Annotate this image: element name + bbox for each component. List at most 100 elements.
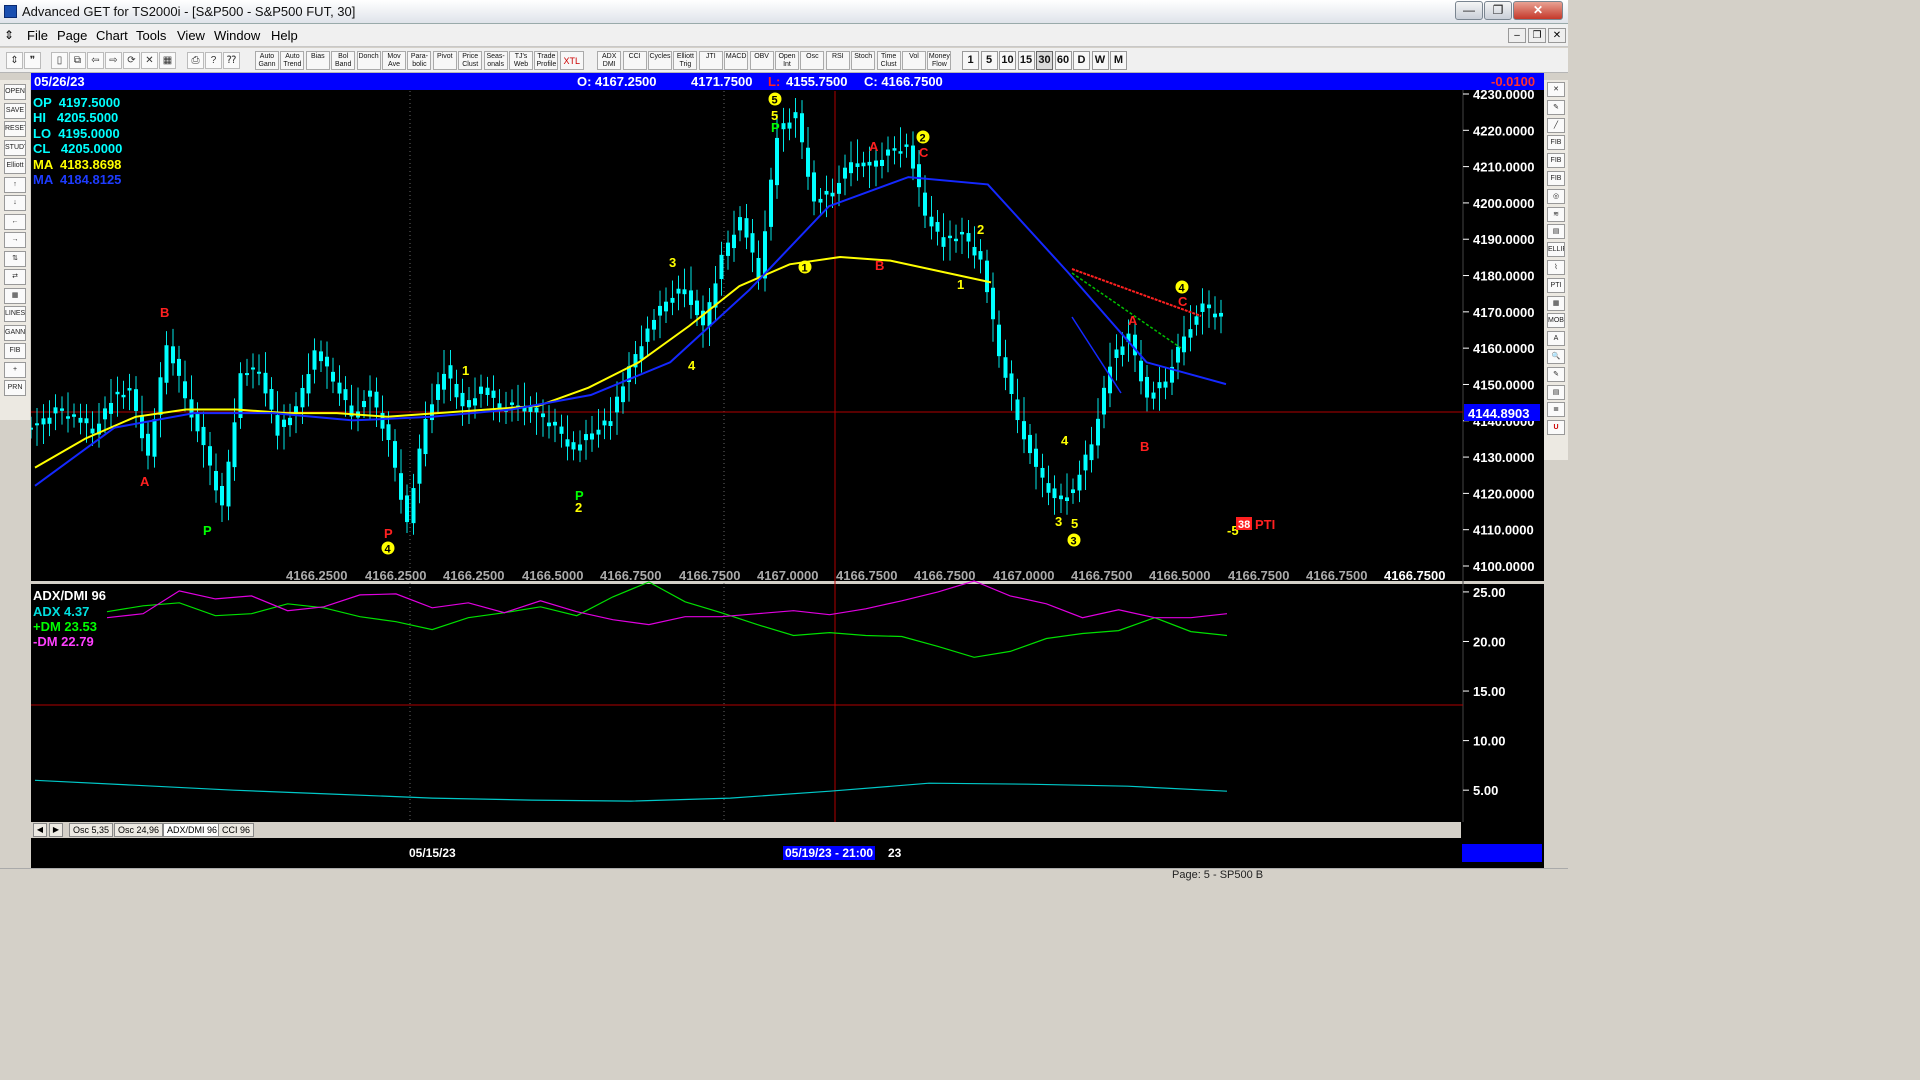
study-button-bol-band[interactable]: Bol Band xyxy=(331,51,356,70)
maximize-button[interactable]: ❐ xyxy=(1484,1,1512,20)
study-button-open-int[interactable]: Open Int xyxy=(775,51,799,70)
study-button-auto-trend[interactable]: Auto Trend xyxy=(280,51,305,70)
tab-scroll-right-icon[interactable]: ▶ xyxy=(49,823,63,837)
right-tool-3[interactable]: FIB RET xyxy=(1547,135,1565,151)
interval-button-30[interactable]: 30 xyxy=(1036,51,1053,70)
study-button-bias[interactable]: Bias xyxy=(305,51,330,70)
study-button-price-clust[interactable]: Price Clust xyxy=(458,51,483,70)
info-icon[interactable]: ? xyxy=(205,52,222,69)
left-tool-3[interactable]: STUDY xyxy=(4,139,26,156)
left-tool-12[interactable]: LINES xyxy=(4,306,26,322)
forward-icon[interactable]: ⇨ xyxy=(105,52,122,69)
interval-button-10[interactable]: 10 xyxy=(999,51,1016,70)
right-tool-19[interactable]: U xyxy=(1547,420,1565,436)
interval-button-60[interactable]: 60 xyxy=(1054,51,1072,70)
left-tool-14[interactable]: FIB xyxy=(4,343,26,359)
right-tool-6[interactable]: ◎ xyxy=(1547,188,1565,204)
study-button-macd[interactable]: MACD xyxy=(724,51,749,70)
left-tool-6[interactable]: ↓ xyxy=(4,195,26,211)
delete-icon[interactable]: ✕ xyxy=(141,52,158,69)
left-tool-1[interactable]: SAVE xyxy=(4,102,26,119)
left-tool-0[interactable]: OPEN xyxy=(4,84,26,100)
menu-help[interactable]: Help xyxy=(271,28,298,43)
study-button-seas-onals[interactable]: Seas-onals xyxy=(483,51,508,70)
mdi-close-button[interactable]: ✕ xyxy=(1548,28,1566,43)
close-button[interactable]: ✕ xyxy=(1513,1,1563,20)
print-icon[interactable]: ⎙ xyxy=(187,52,204,69)
copy-icon[interactable]: ⧉ xyxy=(69,52,86,69)
interval-button-15[interactable]: 15 xyxy=(1017,51,1035,70)
menu-app-icon[interactable]: ⇕ xyxy=(4,28,14,42)
right-tool-5[interactable]: FIB TIME xyxy=(1547,171,1565,186)
left-tool-7[interactable]: ← xyxy=(4,213,26,230)
study-button-elliott-trig[interactable]: Elliott Trig xyxy=(673,51,698,70)
new-icon[interactable]: ▯ xyxy=(51,52,68,69)
right-tool-14[interactable]: A xyxy=(1547,331,1565,347)
right-tool-1[interactable]: ✎ xyxy=(1547,99,1565,115)
left-tool-4[interactable]: Elliott xyxy=(4,158,26,174)
left-tool-11[interactable]: ▦ xyxy=(4,287,26,304)
tab-osc-24-96[interactable]: Osc 24,96 xyxy=(114,823,164,837)
back-icon[interactable]: ⇦ xyxy=(87,52,104,69)
right-tool-11[interactable]: PTI xyxy=(1547,277,1565,293)
study-button-adx-dmi[interactable]: ADX DMI xyxy=(597,51,622,70)
left-tool-13[interactable]: GANN xyxy=(4,324,26,341)
right-tool-4[interactable]: FIB EXT xyxy=(1547,153,1565,169)
right-tool-16[interactable]: ✎ xyxy=(1547,366,1565,382)
right-tool-12[interactable]: ▦ xyxy=(1547,295,1565,311)
menu-tools[interactable]: Tools xyxy=(136,28,166,43)
right-tool-10[interactable]: ⌇ xyxy=(1547,260,1565,275)
study-button-vol[interactable]: Vol xyxy=(902,51,926,70)
menu-file[interactable]: File xyxy=(27,28,48,43)
left-tool-15[interactable]: + xyxy=(4,361,26,378)
left-tool-5[interactable]: ↑ xyxy=(4,176,26,193)
menu-window[interactable]: Window xyxy=(214,28,260,43)
interval-button-d[interactable]: D xyxy=(1073,51,1090,70)
quote-icon[interactable]: ❞ xyxy=(24,52,41,69)
pointer-icon[interactable]: ⇕ xyxy=(6,52,23,69)
right-tool-8[interactable]: ▤ xyxy=(1547,224,1565,240)
interval-button-5[interactable]: 5 xyxy=(980,51,998,70)
menu-view[interactable]: View xyxy=(177,28,205,43)
left-tool-2[interactable]: RESET xyxy=(4,121,26,137)
layout-icon[interactable]: ▦ xyxy=(159,52,176,69)
chart-canvas[interactable]: 4230.00004220.00004210.00004200.00004190… xyxy=(31,73,1544,822)
study-button-pivot[interactable]: Pivot xyxy=(432,51,457,70)
help-pointer-icon[interactable]: ⁇ xyxy=(223,52,240,69)
tab-adx-dmi-96[interactable]: ADX/DMI 96 xyxy=(163,823,222,837)
interval-button-w[interactable]: W xyxy=(1091,51,1109,70)
study-button-obv[interactable]: OBV xyxy=(749,51,774,70)
tab-osc-5-35[interactable]: Osc 5,35 xyxy=(69,823,114,837)
study-button-xtl[interactable]: XTL xyxy=(559,51,584,70)
study-button-jti[interactable]: JTI xyxy=(698,51,723,70)
left-tool-10[interactable]: ⇄ xyxy=(4,269,26,285)
interval-button-m[interactable]: M xyxy=(1110,51,1127,70)
tab-cci-96[interactable]: CCI 96 xyxy=(218,823,255,837)
study-button-cci[interactable]: CCI xyxy=(622,51,647,70)
study-button-mov-ave[interactable]: Mov Ave xyxy=(382,51,406,70)
study-button-stoch[interactable]: Stoch xyxy=(851,51,876,70)
chart-window[interactable]: 4230.0000 4220.0000 4210.0000 4200.0000 4190… xyxy=(31,73,1544,868)
study-button-tj-s-web[interactable]: TJ's Web xyxy=(509,51,533,70)
study-button-osc[interactable]: Osc xyxy=(800,51,825,70)
study-button-time-clust[interactable]: Time Clust xyxy=(876,51,901,70)
right-tool-9[interactable]: ELLIPS xyxy=(1547,242,1565,258)
mdi-restore-button[interactable]: ❐ xyxy=(1528,28,1546,43)
right-tool-17[interactable]: ▤ xyxy=(1547,384,1565,400)
minimize-button[interactable]: — xyxy=(1455,1,1483,20)
menu-page[interactable]: Page xyxy=(57,28,87,43)
study-button-donch[interactable]: Donch xyxy=(356,51,381,70)
left-tool-8[interactable]: → xyxy=(4,232,26,248)
right-tool-0[interactable]: ✕ xyxy=(1547,82,1565,97)
study-button-rsi[interactable]: RSI xyxy=(825,51,850,70)
study-button-cycles[interactable]: Cycles xyxy=(648,51,672,70)
study-button-trade-profile[interactable]: Trade Profile xyxy=(534,51,559,70)
study-button-auto-gann[interactable]: Auto Gann xyxy=(255,51,279,70)
mdi-minimize-button[interactable]: – xyxy=(1508,28,1526,43)
left-tool-16[interactable]: PRN xyxy=(4,380,26,396)
right-tool-2[interactable]: ╱ xyxy=(1547,117,1565,133)
study-button-money-flow[interactable]: Money Flow xyxy=(927,51,952,70)
right-tool-15[interactable]: 🔍 xyxy=(1547,349,1565,364)
study-button-para-bolic[interactable]: Para-bolic xyxy=(407,51,432,70)
tab-scroll-left-icon[interactable]: ◀ xyxy=(33,823,47,837)
